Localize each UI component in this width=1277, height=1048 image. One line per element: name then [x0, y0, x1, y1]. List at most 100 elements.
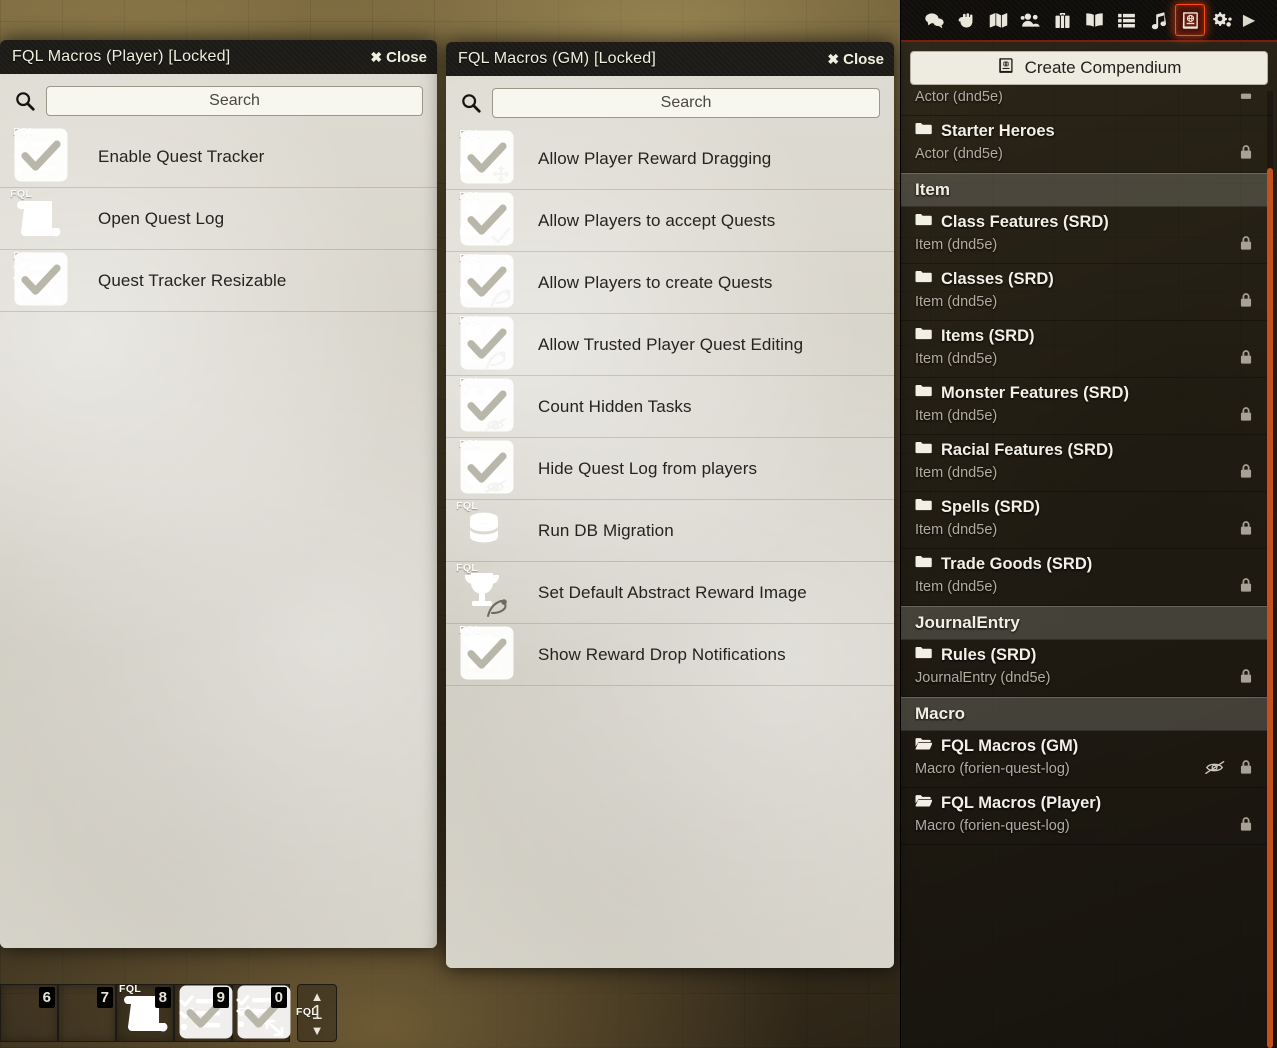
compendium-entry[interactable]: FQL Macros (GM) Macro (forien-quest-log) [901, 731, 1273, 788]
gm-window-header[interactable]: FQL Macros (GM) [Locked] ✖ Close [446, 42, 894, 76]
playlists-icon [1148, 10, 1169, 31]
gm-macro-row[interactable]: FQL Allow Trusted Player Quest Editing [446, 314, 894, 376]
search-icon [460, 92, 482, 114]
sidebar-tab-playlists[interactable] [1143, 4, 1173, 36]
compendium-entry-meta: Item (dnd5e) [915, 292, 1261, 312]
compendium-entry[interactable]: Monster Features (SRD) Item (dnd5e) [901, 378, 1273, 435]
sidebar-tab-tables[interactable] [1111, 4, 1141, 36]
compendium-entry[interactable]: Racial Features (SRD) Item (dnd5e) [901, 435, 1273, 492]
folder-icon [915, 441, 932, 460]
compendium-entry-name: Racial Features (SRD) [941, 441, 1114, 459]
hash-eye-slash-icon: FQL [454, 376, 516, 436]
sidebar-tab-chat[interactable] [919, 4, 949, 36]
hotbar-slot[interactable]: 9FQL [174, 984, 260, 1042]
checklist-icon: FQL [8, 126, 70, 186]
compendium-entry[interactable]: Classes (SRD) Item (dnd5e) [901, 264, 1273, 321]
sidebar-tab-journal[interactable] [1079, 4, 1109, 36]
player-window-header[interactable]: FQL Macros (Player) [Locked] ✖ Close [0, 40, 437, 74]
compendium-group-header: JournalEntry [901, 606, 1273, 640]
lock-icon [1239, 349, 1253, 369]
sidebar-scrollbar[interactable] [1267, 91, 1273, 1048]
compendium-entry-type: Item (dnd5e) [915, 408, 998, 424]
actors-icon [1020, 10, 1041, 31]
compendium-list[interactable]: Actor (dnd5e) Starter Heroes Actor (dnd5… [901, 91, 1273, 1048]
sidebar-tab-compendium[interactable] [1175, 4, 1205, 36]
hotbar-slot[interactable]: 8 FQL [116, 983, 174, 1042]
sidebar-tab-items[interactable] [1047, 4, 1077, 36]
player-window-body: FQL Enable Quest Tracker FQL Open Quest … [0, 74, 437, 948]
player-macro-row[interactable]: FQL Quest Tracker Resizable [0, 250, 437, 312]
compendium-entry-type: Item (dnd5e) [915, 294, 998, 310]
compendium-entry-meta: Item (dnd5e) [915, 406, 1261, 426]
search-input[interactable] [46, 86, 423, 116]
folder-icon [915, 384, 932, 403]
close-label: Close [843, 50, 884, 68]
macro-name: Quest Tracker Resizable [98, 270, 287, 290]
close-icon: ✖ [827, 50, 840, 67]
player-macro-row[interactable]: FQL Enable Quest Tracker [0, 126, 437, 188]
compendium-entry[interactable]: Actor (dnd5e) [901, 91, 1273, 116]
compendium-entry-type: Item (dnd5e) [915, 522, 998, 538]
gm-macro-row[interactable]: FQL Run DB Migration [446, 500, 894, 562]
search-icon [14, 90, 36, 112]
search-input[interactable] [492, 88, 880, 118]
gm-macro-row[interactable]: FQL Allow Player Reward Dragging [446, 128, 894, 190]
compendium-entry[interactable]: Class Features (SRD) Item (dnd5e) [901, 207, 1273, 264]
compendium-entry-title: Items (SRD) [915, 327, 1261, 346]
fql-macros-player-window[interactable]: FQL Macros (Player) [Locked] ✖ Close FQL… [0, 40, 437, 948]
macro-name: Set Default Abstract Reward Image [538, 582, 807, 602]
macro-name: Show Reward Drop Notifications [538, 644, 786, 664]
compendium-entry-title: Starter Heroes [915, 122, 1261, 141]
macro-name: Hide Quest Log from players [538, 458, 758, 478]
database-icon: FQL [454, 500, 516, 560]
compendium-entry-name: Starter Heroes [941, 122, 1055, 140]
gm-macro-row[interactable]: FQL Count Hidden Tasks [446, 376, 894, 438]
compendium-entry-title: Rules (SRD) [915, 646, 1261, 665]
lock-icon [1239, 668, 1253, 688]
gm-macro-row[interactable]: FQL Allow Players to create Quests [446, 252, 894, 314]
sidebar-tab-settings[interactable] [1207, 4, 1237, 36]
sidebar-tab-scenes[interactable] [983, 4, 1013, 36]
collapse-sidebar-icon[interactable]: ▶ [1239, 10, 1259, 30]
users-pen-icon: FQL [454, 252, 516, 312]
compendium-entry[interactable]: FQL Macros (Player) Macro (forien-quest-… [901, 788, 1273, 845]
lock-icon [1239, 759, 1253, 779]
compendium-entry[interactable]: Rules (SRD) JournalEntry (dnd5e) [901, 640, 1273, 697]
gm-macro-list: FQL Allow Player Reward Dragging FQL [446, 128, 894, 686]
compendium-entry-type: Macro (forien-quest-log) [915, 761, 1070, 777]
hotbar-slot-key: 0 [270, 987, 287, 1008]
compendium-entry[interactable]: Starter Heroes Actor (dnd5e) [901, 116, 1273, 173]
gm-macro-row[interactable]: FQL Show Reward Drop Notifications [446, 624, 894, 686]
fql-macros-gm-window[interactable]: FQL Macros (GM) [Locked] ✖ Close FQL [446, 42, 894, 968]
compendium-entry[interactable]: Trade Goods (SRD) Item (dnd5e) [901, 549, 1273, 606]
hotbar-slot[interactable]: 7 [58, 984, 116, 1042]
users-move-icon: FQL [454, 128, 516, 188]
compendium-entry-type: JournalEntry (dnd5e) [915, 670, 1051, 686]
create-compendium-button[interactable]: Create Compendium [910, 51, 1268, 85]
lock-icon [1239, 577, 1253, 597]
gm-macro-row[interactable]: FQL Allow Players to accept Quests [446, 190, 894, 252]
player-window-close-button[interactable]: ✖ Close [370, 49, 427, 66]
compendium-entry-meta: Item (dnd5e) [915, 520, 1261, 540]
gm-search-row [446, 76, 894, 128]
gm-macro-row[interactable]: FQL Set Default Abstract Reward Image [446, 562, 894, 624]
compendium-entry[interactable]: Spells (SRD) Item (dnd5e) [901, 492, 1273, 549]
compendium-entry[interactable]: Items (SRD) Item (dnd5e) [901, 321, 1273, 378]
player-macro-row[interactable]: FQL Open Quest Log [0, 188, 437, 250]
sidebar-scrollbar-thumb[interactable] [1267, 167, 1273, 1048]
macro-name: Run DB Migration [538, 520, 674, 540]
user-star-pen-icon: FQL [454, 314, 516, 374]
gm-window-close-button[interactable]: ✖ Close [827, 51, 884, 68]
combat-icon [956, 10, 977, 31]
lock-icon [1239, 91, 1253, 107]
sidebar-tab-combat[interactable] [951, 4, 981, 36]
lock-icon [1239, 463, 1253, 483]
close-icon: ✖ [370, 48, 383, 65]
hotbar-slot[interactable]: 6 [0, 984, 58, 1042]
macro-badge-label: FQL [10, 187, 33, 200]
hotbar-slot[interactable]: 0 FQL [232, 984, 318, 1042]
lock-icon [1239, 292, 1253, 312]
sidebar-tab-actors[interactable] [1015, 4, 1045, 36]
gm-macro-row[interactable]: FQL Hide Quest Log from players [446, 438, 894, 500]
eye-slash-icon [1205, 760, 1225, 779]
